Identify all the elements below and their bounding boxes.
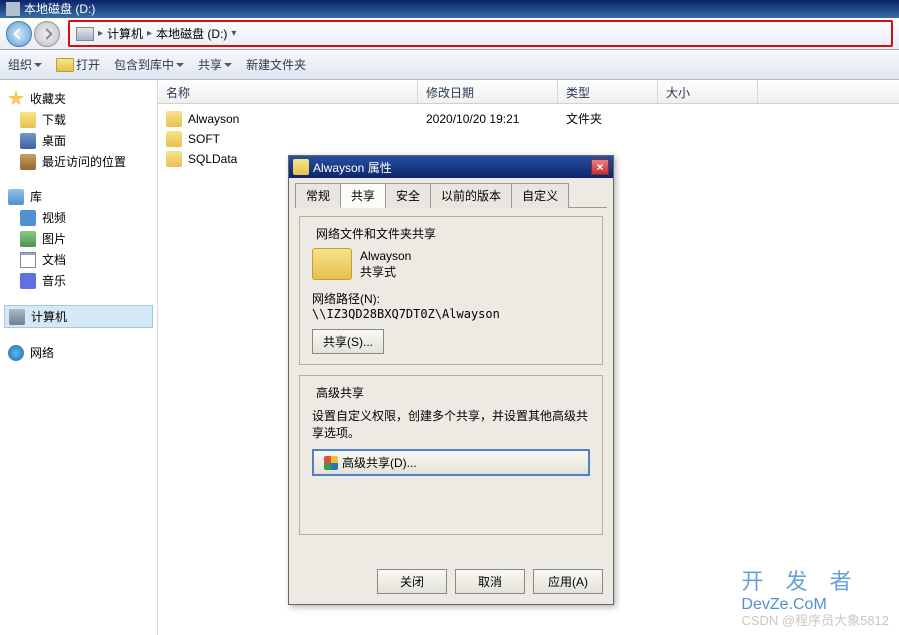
sidebar-favorites[interactable]: 收藏夹: [4, 88, 153, 109]
arrow-left-icon: [13, 28, 24, 39]
sidebar-computer[interactable]: 计算机: [4, 305, 153, 328]
toolbar: 组织 打开 包含到库中 共享 新建文件夹: [0, 50, 899, 80]
folder-open-icon: [56, 58, 74, 72]
dialog-footer: 关闭 取消 应用(A): [289, 553, 613, 604]
sidebar-pictures[interactable]: 图片: [4, 228, 153, 249]
advanced-share-group: 高级共享 设置自定义权限，创建多个共享，并设置其他高级共享选项。 高级共享(D)…: [299, 375, 603, 535]
file-type: 文件夹: [566, 110, 602, 127]
back-button[interactable]: [6, 21, 32, 47]
share-button[interactable]: 共享: [198, 56, 232, 73]
window-titlebar: 本地磁盘 (D:): [0, 0, 899, 18]
dialog-tabs: 常规 共享 安全 以前的版本 自定义: [295, 182, 607, 208]
recent-icon: [20, 154, 36, 170]
col-size[interactable]: 大小: [658, 80, 758, 103]
chevron-down-icon: [34, 63, 42, 71]
watermark: 开 发 者 DevZe.CoM CSDN @程序员大象5812: [741, 564, 889, 629]
path-label: 网络路径(N):: [312, 290, 590, 307]
properties-dialog: Alwayson 属性 × 常规 共享 安全 以前的版本 自定义 网络文件和文件…: [288, 155, 614, 605]
folder-icon: [166, 111, 182, 127]
document-icon: [20, 252, 36, 268]
forward-button[interactable]: [34, 21, 60, 47]
network-path: \\IZ3QD28BXQ7DT0Z\Alwayson: [312, 307, 590, 321]
watermark-csdn: CSDN @程序员大象5812: [741, 610, 889, 629]
drive-icon: [6, 2, 20, 16]
sidebar-desktop[interactable]: 桌面: [4, 130, 153, 151]
breadcrumb[interactable]: ▸ 计算机 ▸ 本地磁盘 (D:) ▾: [68, 20, 893, 47]
dialog-titlebar[interactable]: Alwayson 属性 ×: [289, 156, 613, 178]
group-title: 高级共享: [312, 384, 368, 401]
share-status: 共享式: [360, 263, 411, 280]
file-name: Alwayson: [188, 112, 239, 126]
navigation-bar: ▸ 计算机 ▸ 本地磁盘 (D:) ▾: [0, 18, 899, 50]
network-share-group: 网络文件和文件夹共享 Alwayson 共享式 网络路径(N): \\IZ3QD…: [299, 216, 603, 365]
file-name: SOFT: [188, 132, 220, 146]
sidebar-recent[interactable]: 最近访问的位置: [4, 151, 153, 172]
drive-icon: [76, 27, 94, 41]
shield-icon: [324, 456, 338, 470]
watermark-cn: 开 发 者: [741, 564, 889, 596]
sidebar-video[interactable]: 视频: [4, 207, 153, 228]
folder-icon: [166, 131, 182, 147]
sidebar-network[interactable]: 网络: [4, 342, 153, 363]
breadcrumb-computer[interactable]: 计算机: [107, 25, 143, 42]
chevron-right-icon: ▸: [147, 28, 152, 39]
network-icon: [8, 345, 24, 361]
include-button[interactable]: 包含到库中: [114, 56, 184, 73]
open-button[interactable]: 打开: [56, 56, 100, 73]
cancel-button[interactable]: 取消: [455, 569, 525, 594]
new-folder-button[interactable]: 新建文件夹: [246, 56, 306, 73]
tab-general[interactable]: 常规: [295, 183, 341, 208]
breadcrumb-drive[interactable]: 本地磁盘 (D:): [156, 25, 227, 42]
tab-security[interactable]: 安全: [385, 183, 431, 208]
col-modified[interactable]: 修改日期: [418, 80, 558, 103]
library-icon: [8, 189, 24, 205]
chevron-down-icon: [224, 63, 232, 71]
column-headers: 名称 修改日期 类型 大小: [158, 80, 899, 104]
computer-icon: [9, 309, 25, 325]
file-row[interactable]: Alwayson 2020/10/20 19:21 文件夹: [158, 108, 899, 129]
desktop-icon: [20, 133, 36, 149]
chevron-down-icon: [176, 63, 184, 71]
close-button[interactable]: 关闭: [377, 569, 447, 594]
tab-previous[interactable]: 以前的版本: [430, 183, 512, 208]
dialog-title: Alwayson 属性: [313, 159, 392, 176]
file-modified: 2020/10/20 19:21: [426, 112, 519, 126]
sidebar: 收藏夹 下载 桌面 最近访问的位置 库 视频 图片 文档 音乐 计算机 网络: [0, 80, 158, 635]
sidebar-documents[interactable]: 文档: [4, 249, 153, 270]
image-icon: [20, 231, 36, 247]
share-name: Alwayson: [360, 249, 411, 263]
file-row[interactable]: SOFT: [158, 129, 899, 149]
organize-button[interactable]: 组织: [8, 56, 42, 73]
folder-icon: [166, 151, 182, 167]
folder-icon: [20, 112, 36, 128]
share-button[interactable]: 共享(S)...: [312, 329, 384, 354]
col-type[interactable]: 类型: [558, 80, 658, 103]
chevron-down-icon[interactable]: ▾: [231, 28, 236, 39]
tab-sharing[interactable]: 共享: [340, 183, 386, 208]
advanced-share-button[interactable]: 高级共享(D)...: [312, 449, 590, 476]
advanced-desc: 设置自定义权限，创建多个共享，并设置其他高级共享选项。: [312, 407, 590, 441]
star-icon: [8, 91, 24, 107]
dialog-body: 网络文件和文件夹共享 Alwayson 共享式 网络路径(N): \\IZ3QD…: [289, 208, 613, 553]
file-name: SQLData: [188, 152, 237, 166]
music-icon: [20, 273, 36, 289]
col-name[interactable]: 名称: [158, 80, 418, 103]
folder-icon: [293, 159, 309, 175]
video-icon: [20, 210, 36, 226]
group-title: 网络文件和文件夹共享: [312, 225, 440, 242]
sidebar-downloads[interactable]: 下载: [4, 109, 153, 130]
folder-large-icon: [312, 248, 352, 280]
close-button[interactable]: ×: [591, 159, 609, 175]
arrow-right-icon: [41, 28, 52, 39]
chevron-right-icon: ▸: [98, 28, 103, 39]
window-title: 本地磁盘 (D:): [24, 0, 95, 18]
apply-button[interactable]: 应用(A): [533, 569, 603, 594]
tab-custom[interactable]: 自定义: [511, 183, 569, 208]
sidebar-library[interactable]: 库: [4, 186, 153, 207]
sidebar-music[interactable]: 音乐: [4, 270, 153, 291]
